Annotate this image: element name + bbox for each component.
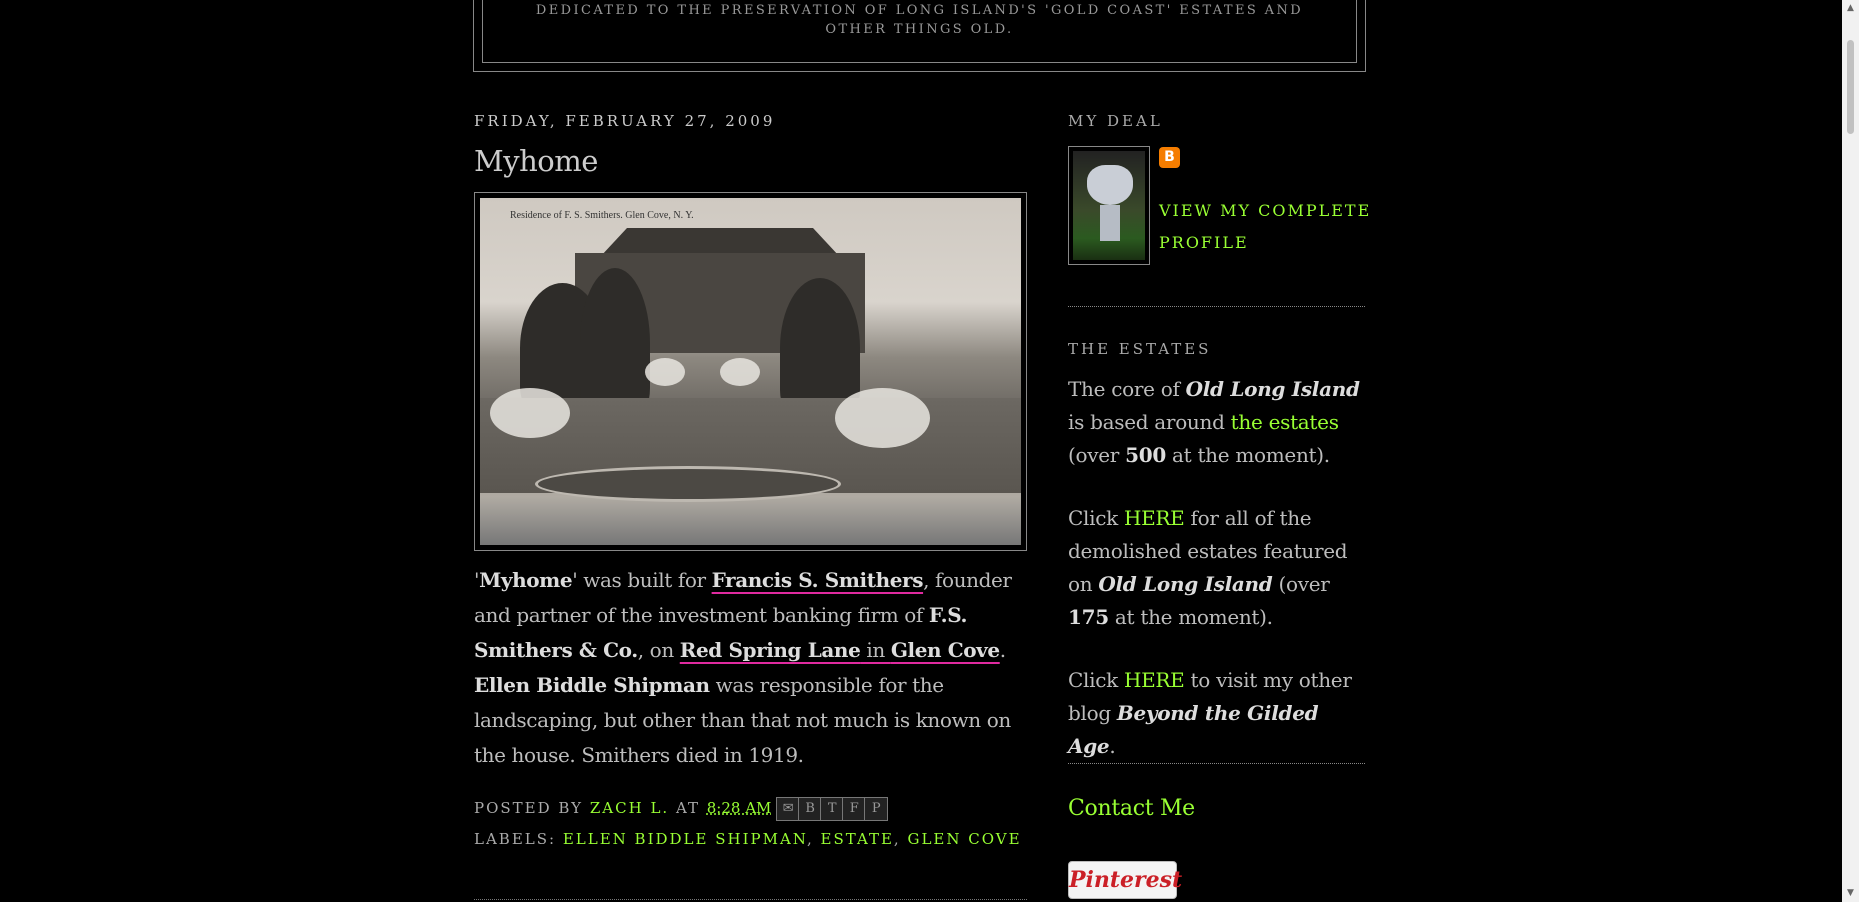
twitter-icon[interactable]: t [820,797,845,821]
body-text: in [860,638,891,662]
blog-name: Old Long Island [1185,377,1360,401]
landscaper-name: Ellen Biddle Shipman [474,673,710,697]
flower-bed-left [490,388,570,438]
urn-flowers-left [645,358,685,386]
demolished-estates-link[interactable]: HERE [1124,506,1185,530]
header-inner-frame: Dedicated to the preservation of Long Is… [482,0,1357,63]
link-francis-smithers[interactable]: Francis S. Smithers [712,568,924,592]
estates-paragraph-2: Click HERE for all of the demolished est… [1068,502,1366,634]
demolished-count: 175 [1068,605,1109,629]
post-body: 'Myhome' was built for Francis S. Smithe… [474,563,1034,773]
sidebar-text: (over [1068,443,1126,467]
urn-flowers-right [720,358,760,386]
blog-description: Dedicated to the preservation of Long Is… [535,3,1304,37]
pinterest-button[interactable]: Pinterest [1068,861,1182,899]
labels-label: Labels: [474,830,557,848]
my-deal-heading: My Deal [1068,112,1163,130]
post-title[interactable]: Myhome [474,144,598,178]
author-link[interactable]: Zach L. [590,799,669,817]
estate-name: Myhome [479,568,573,592]
scrollbar-thumb[interactable] [1847,40,1854,134]
post-photo[interactable]: Residence of F. S. Smithers. Glen Cove, … [474,192,1027,551]
sidebar-text: at the moment). [1108,605,1273,629]
at-label: at [675,799,700,817]
post-labels: Labels: Ellen Biddle Shipman, Estate, Gl… [474,830,1022,848]
label-link[interactable]: Glen Cove [907,830,1021,848]
estate-count: 500 [1125,443,1166,467]
blog-page: Dedicated to the preservation of Long Is… [0,0,1859,902]
blogger-icon[interactable]: B [1159,147,1180,168]
postcard-image: Residence of F. S. Smithers. Glen Cove, … [480,198,1021,545]
estates-heading: The Estates [1068,340,1212,358]
pinterest-icon[interactable]: P [864,797,889,821]
urn-pedestal [1100,205,1120,241]
page-scrollbar[interactable]: ▲ ▼ [1842,0,1859,902]
view-profile-link[interactable]: View my complete profile [1159,195,1374,259]
sidebar-text: Click [1068,668,1124,692]
sidebar-text: Click [1068,506,1124,530]
post-footer-author: Posted by Zach L. at 8:28 AM ✉ Bt f P [474,797,889,821]
sidebar-divider [1068,763,1365,764]
posted-by-label: Posted by [474,799,584,817]
urn-image [1073,151,1145,260]
sidebar-text: (over [1272,572,1330,596]
urn-bowl [1087,165,1133,205]
contact-me-link[interactable]: Contact Me [1068,796,1195,821]
sidebar-text: The core of [1068,377,1186,401]
scroll-down-icon[interactable]: ▼ [1845,888,1856,899]
timestamp-link[interactable]: 8:28 AM [707,799,772,817]
email-icon[interactable]: ✉ [776,797,801,821]
body-text: , on [637,638,680,662]
blog-header: Dedicated to the preservation of Long Is… [473,0,1366,72]
post-divider [474,899,1027,900]
body-text: ' was built for [572,568,712,592]
the-estates-link[interactable]: the estates [1231,410,1339,434]
scroll-up-icon[interactable]: ▲ [1845,3,1856,14]
link-red-spring-lane[interactable]: Red Spring Lane [680,638,861,662]
blog-name: Old Long Island [1098,572,1273,596]
sidebar-divider [1068,306,1365,307]
sidebar-text: at the moment). [1165,443,1330,467]
label-link[interactable]: Ellen Biddle Shipman [563,830,807,848]
fountain-pool [535,466,841,502]
facebook-icon[interactable]: f [842,797,867,821]
post-date: Friday, February 27, 2009 [474,112,776,130]
body-text: . [999,638,1006,662]
other-blog-link[interactable]: HERE [1124,668,1185,692]
sidebar-text: . [1109,734,1116,758]
photo-caption: Residence of F. S. Smithers. Glen Cove, … [510,210,694,221]
estates-paragraph-3: Click HERE to visit my other blog Beyond… [1068,664,1366,763]
profile-photo[interactable] [1068,146,1150,265]
estates-paragraph-1: The core of Old Long Island is based aro… [1068,373,1366,472]
sidebar-text: is based around [1068,410,1231,434]
tree-left-2 [580,268,650,418]
label-link[interactable]: Estate [821,830,894,848]
flower-bed-right [835,388,930,448]
link-glen-cove[interactable]: Glen Cove [891,638,1000,662]
blogger-icon[interactable]: B [798,797,823,821]
